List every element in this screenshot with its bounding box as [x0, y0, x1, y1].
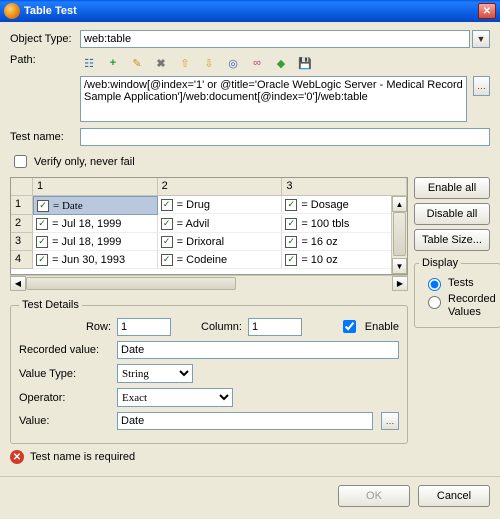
scroll-down-icon[interactable]: ▼ — [392, 258, 407, 274]
operator-select[interactable]: Exact — [117, 388, 233, 407]
enable-label: Enable — [365, 321, 399, 333]
col-header-3[interactable]: 3 — [282, 178, 407, 196]
cell-check-icon[interactable]: ✓ — [36, 254, 48, 266]
path-textarea[interactable]: /web:window[@index='1' or @title='Oracle… — [80, 76, 467, 122]
pencil-icon[interactable]: ✎ — [128, 54, 146, 72]
test-name-label: Test name: — [10, 131, 80, 143]
window-title: Table Test — [24, 5, 77, 17]
display-group: Display Tests Recorded Values — [414, 257, 500, 328]
title-bar: Table Test ✕ — [0, 0, 500, 22]
path-label: Path: — [10, 54, 80, 66]
col-header-1[interactable]: 1 — [33, 178, 158, 196]
horizontal-scrollbar[interactable]: ◀ ▶ — [10, 275, 408, 291]
scroll-up-icon[interactable]: ▲ — [392, 196, 407, 212]
save-icon[interactable]: 💾 — [296, 54, 314, 72]
cell-check-icon[interactable]: ✓ — [161, 236, 173, 248]
down-icon[interactable]: ⇩ — [200, 54, 218, 72]
row-header[interactable]: 1 — [11, 196, 33, 215]
column-label: Column: — [201, 321, 242, 333]
object-type-input[interactable] — [80, 30, 470, 48]
recorded-value-label: Recorded value: — [19, 344, 111, 356]
enable-all-button[interactable]: Enable all — [414, 177, 490, 199]
grid-cell[interactable]: ✓= 100 tbls — [282, 215, 407, 233]
display-recorded-label: Recorded Values — [448, 293, 496, 319]
test-grid[interactable]: 1 2 3 1 ✓= Date ✓= Drug ✓= Dosage 2 ✓= J… — [10, 177, 408, 275]
tree-icon[interactable]: ☷ — [80, 54, 98, 72]
grid-cell[interactable]: ✓= Advil — [158, 215, 283, 233]
cell-check-icon[interactable]: ✓ — [161, 199, 173, 211]
grid-cell[interactable]: ✓= Dosage — [282, 196, 407, 214]
verify-checkbox[interactable] — [14, 155, 27, 168]
recorded-value-input[interactable] — [117, 341, 399, 359]
cube-icon[interactable]: ◆ — [272, 54, 290, 72]
col-header-2[interactable]: 2 — [158, 178, 283, 196]
test-details-group: Test Details Row: Column: Enable Recorde… — [10, 299, 408, 444]
plus-icon[interactable]: + — [104, 54, 122, 72]
table-size-button[interactable]: Table Size... — [414, 229, 490, 251]
row-input[interactable] — [117, 318, 171, 336]
app-icon — [4, 3, 20, 19]
cell-check-icon[interactable]: ✓ — [161, 254, 173, 266]
cancel-button[interactable]: Cancel — [418, 485, 490, 507]
goggles-icon[interactable]: ∞ — [248, 54, 266, 72]
close-icon[interactable]: ✕ — [478, 3, 496, 19]
operator-label: Operator: — [19, 392, 111, 404]
object-type-label: Object Type: — [10, 33, 80, 45]
grid-cell[interactable]: ✓= Jul 18, 1999 — [33, 215, 158, 233]
up-icon[interactable]: ⇧ — [176, 54, 194, 72]
ok-button[interactable]: OK — [338, 485, 410, 507]
row-label: Row: — [19, 321, 111, 333]
error-text: Test name is required — [30, 451, 135, 463]
grid-cell[interactable]: ✓= Jun 30, 1993 — [33, 251, 158, 269]
grid-cell[interactable]: ✓= Codeine — [158, 251, 283, 269]
scroll-thumb[interactable] — [26, 277, 236, 290]
cell-check-icon[interactable]: ✓ — [285, 236, 297, 248]
value-browse-icon[interactable]: … — [381, 412, 399, 430]
col-header-rownum[interactable] — [11, 178, 33, 196]
grid-cell[interactable]: ✓= Drug — [158, 196, 283, 214]
grid-cell[interactable]: ✓= 16 oz — [282, 233, 407, 251]
row-header[interactable]: 4 — [11, 251, 33, 269]
target-icon[interactable]: ◎ — [224, 54, 242, 72]
test-details-legend: Test Details — [19, 299, 82, 311]
cell-check-icon[interactable]: ✓ — [36, 236, 48, 248]
verify-label: Verify only, never fail — [34, 156, 135, 168]
scroll-left-icon[interactable]: ◀ — [10, 276, 26, 291]
cell-check-icon[interactable]: ✓ — [285, 199, 297, 211]
cell-check-icon[interactable]: ✓ — [161, 218, 173, 230]
error-icon: ✕ — [10, 450, 24, 464]
scroll-thumb[interactable] — [393, 212, 406, 256]
vertical-scrollbar[interactable]: ▲ ▼ — [391, 196, 407, 274]
grid-cell[interactable]: ✓= Drixoral — [158, 233, 283, 251]
grid-cell[interactable]: ✓= Jul 18, 1999 — [33, 233, 158, 251]
scroll-right-icon[interactable]: ▶ — [392, 276, 408, 291]
object-type-dropdown-icon[interactable]: ▼ — [472, 30, 490, 48]
row-header[interactable]: 3 — [11, 233, 33, 251]
value-input[interactable] — [117, 412, 373, 430]
value-type-label: Value Type: — [19, 368, 111, 380]
value-type-select[interactable]: String — [117, 364, 193, 383]
cell-check-icon[interactable]: ✓ — [285, 254, 297, 266]
cell-check-icon[interactable]: ✓ — [36, 218, 48, 230]
test-name-input[interactable] — [80, 128, 490, 146]
grid-cell[interactable]: ✓= Date — [33, 196, 158, 215]
display-recorded-radio[interactable] — [428, 296, 441, 309]
row-header[interactable]: 2 — [11, 215, 33, 233]
display-tests-label: Tests — [448, 277, 474, 289]
value-label: Value: — [19, 415, 111, 427]
display-tests-radio[interactable] — [428, 278, 441, 291]
grid-cell[interactable]: ✓= 10 oz — [282, 251, 407, 269]
disable-all-button[interactable]: Disable all — [414, 203, 490, 225]
enable-checkbox[interactable] — [343, 320, 356, 333]
cell-check-icon[interactable]: ✓ — [285, 218, 297, 230]
delete-icon[interactable]: ✖ — [152, 54, 170, 72]
cell-check-icon[interactable]: ✓ — [37, 200, 49, 212]
display-legend: Display — [419, 257, 461, 269]
path-browse-icon[interactable]: … — [473, 76, 490, 96]
column-input[interactable] — [248, 318, 302, 336]
